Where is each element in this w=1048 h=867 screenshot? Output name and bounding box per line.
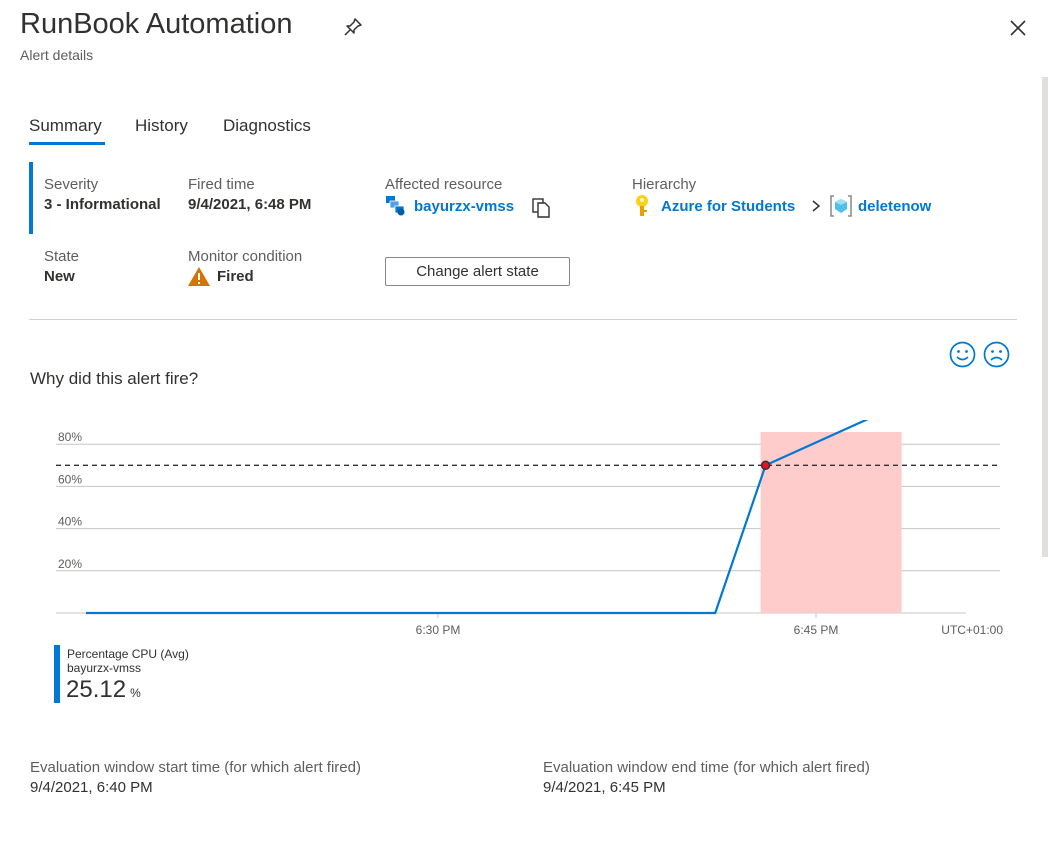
affected-resource-label: Affected resource	[385, 176, 503, 193]
warning-icon	[188, 267, 210, 286]
y-tick-label: 20%	[58, 557, 82, 571]
monitor-condition-label: Monitor condition	[188, 248, 303, 265]
smile-icon[interactable]	[949, 341, 976, 368]
monitor-condition-value: Fired	[217, 268, 254, 285]
legend-value: 25.12%	[66, 676, 141, 704]
fired-time-value: 9/4/2021, 6:48 PM	[188, 196, 312, 213]
eval-end-value: 9/4/2021, 6:45 PM	[543, 779, 666, 796]
y-tick-label: 60%	[58, 472, 82, 486]
tab-summary[interactable]: Summary	[29, 116, 102, 136]
hierarchy-subscription-link[interactable]: Azure for Students	[661, 198, 795, 215]
severity-value: 3 - Informational	[44, 196, 161, 213]
threshold-crossing-point	[760, 460, 771, 471]
y-tick-label: 40%	[58, 515, 82, 529]
legend-color-bar	[54, 645, 60, 703]
vmss-icon	[386, 196, 405, 216]
state-label: State	[44, 248, 80, 265]
page-title: RunBook Automation	[20, 8, 293, 40]
key-icon	[636, 195, 648, 216]
tab-diagnostics[interactable]: Diagnostics	[223, 116, 311, 136]
hierarchy-resource-group-link[interactable]: deletenow	[858, 198, 931, 215]
legend-metric-name: Percentage CPU (Avg)	[67, 647, 189, 661]
timezone-label: UTC+01:00	[941, 623, 1003, 637]
x-tick-label: 6:30 PM	[416, 623, 461, 637]
divider	[29, 319, 1017, 320]
severity-indicator-bar	[29, 162, 33, 234]
eval-start-value: 9/4/2021, 6:40 PM	[30, 779, 153, 796]
active-tab-indicator	[29, 142, 105, 145]
frown-icon[interactable]	[983, 341, 1010, 368]
legend-value-unit: %	[130, 686, 141, 700]
severity-label: Severity	[44, 176, 99, 193]
copy-icon[interactable]	[530, 197, 552, 219]
tab-history[interactable]: History	[135, 116, 188, 136]
resource-group-icon	[830, 195, 852, 217]
legend-value-number: 25.12	[66, 676, 127, 703]
affected-resource-link[interactable]: bayurzx-vmss	[414, 198, 514, 215]
chevron-right-icon	[812, 200, 821, 212]
scrollbar[interactable]	[1042, 77, 1048, 557]
page-subtitle: Alert details	[20, 47, 94, 63]
eval-start-label: Evaluation window start time (for which …	[30, 759, 361, 776]
state-value: New	[44, 268, 75, 285]
pin-icon[interactable]	[342, 16, 364, 38]
change-alert-state-button[interactable]: Change alert state	[385, 257, 570, 286]
hierarchy-label: Hierarchy	[632, 176, 697, 193]
cpu-chart: 80% 60% 40% 20% 6:30 PM 6:45 PM UTC+01:00	[56, 420, 1003, 637]
eval-end-label: Evaluation window end time (for which al…	[543, 759, 870, 776]
section-title: Why did this alert fire?	[30, 369, 199, 388]
fired-time-label: Fired time	[188, 176, 255, 193]
close-icon[interactable]	[1008, 18, 1028, 38]
x-tick-label: 6:45 PM	[794, 623, 839, 637]
legend-resource-name: bayurzx-vmss	[67, 661, 142, 675]
y-tick-label: 80%	[58, 430, 82, 444]
